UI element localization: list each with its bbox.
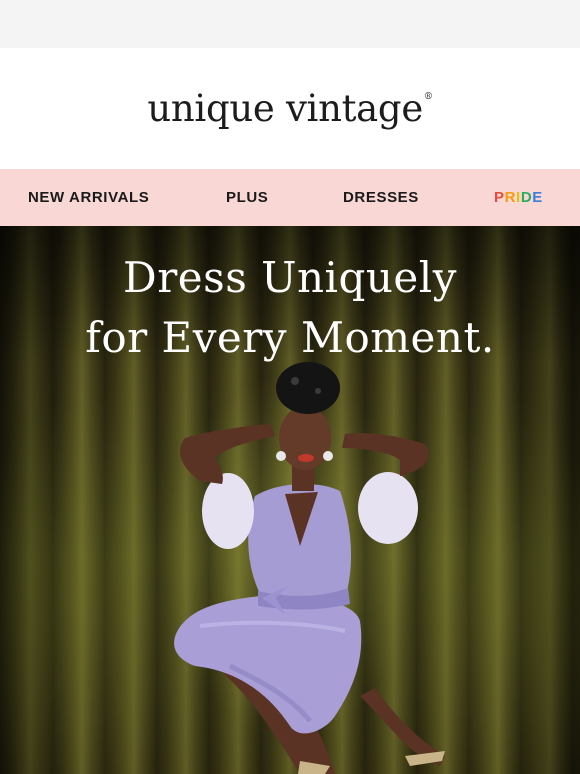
nav-item-pride[interactable]: PRIDE — [494, 169, 543, 226]
fur-sleeve-left — [202, 473, 254, 549]
pride-letter: P — [494, 189, 505, 206]
nav-item-new-arrivals[interactable]: NEW ARRIVALS — [28, 169, 149, 226]
registered-mark: ® — [423, 92, 433, 102]
nav-item-plus[interactable]: PLUS — [226, 169, 268, 226]
hero-headline-line-2: for Every Moment. — [85, 313, 495, 362]
hero-headline-line-1: Dress Uniquely — [123, 253, 457, 302]
pride-letter: E — [532, 189, 543, 206]
hero-headline: Dress Uniquely for Every Moment. — [0, 248, 580, 368]
fur-sleeve-right — [358, 472, 418, 544]
category-nav: NEW ARRIVALS PLUS DRESSES PRIDE — [0, 169, 580, 226]
earring — [323, 451, 333, 461]
pride-letter: D — [520, 189, 533, 206]
logo-bar: unique vintage® — [0, 48, 580, 169]
hair-bun — [276, 362, 340, 414]
brand-logo-text: unique vintage — [147, 87, 423, 130]
model-arm — [342, 433, 429, 476]
brand-logo[interactable]: unique vintage® — [147, 87, 433, 130]
earring — [276, 451, 286, 461]
nav-item-dresses[interactable]: DRESSES — [343, 169, 419, 226]
pride-letter: R — [504, 189, 517, 206]
email-preheader-space — [0, 0, 580, 48]
hero-banner[interactable]: Dress Uniquely for Every Moment. — [0, 226, 580, 774]
lips — [298, 454, 314, 462]
